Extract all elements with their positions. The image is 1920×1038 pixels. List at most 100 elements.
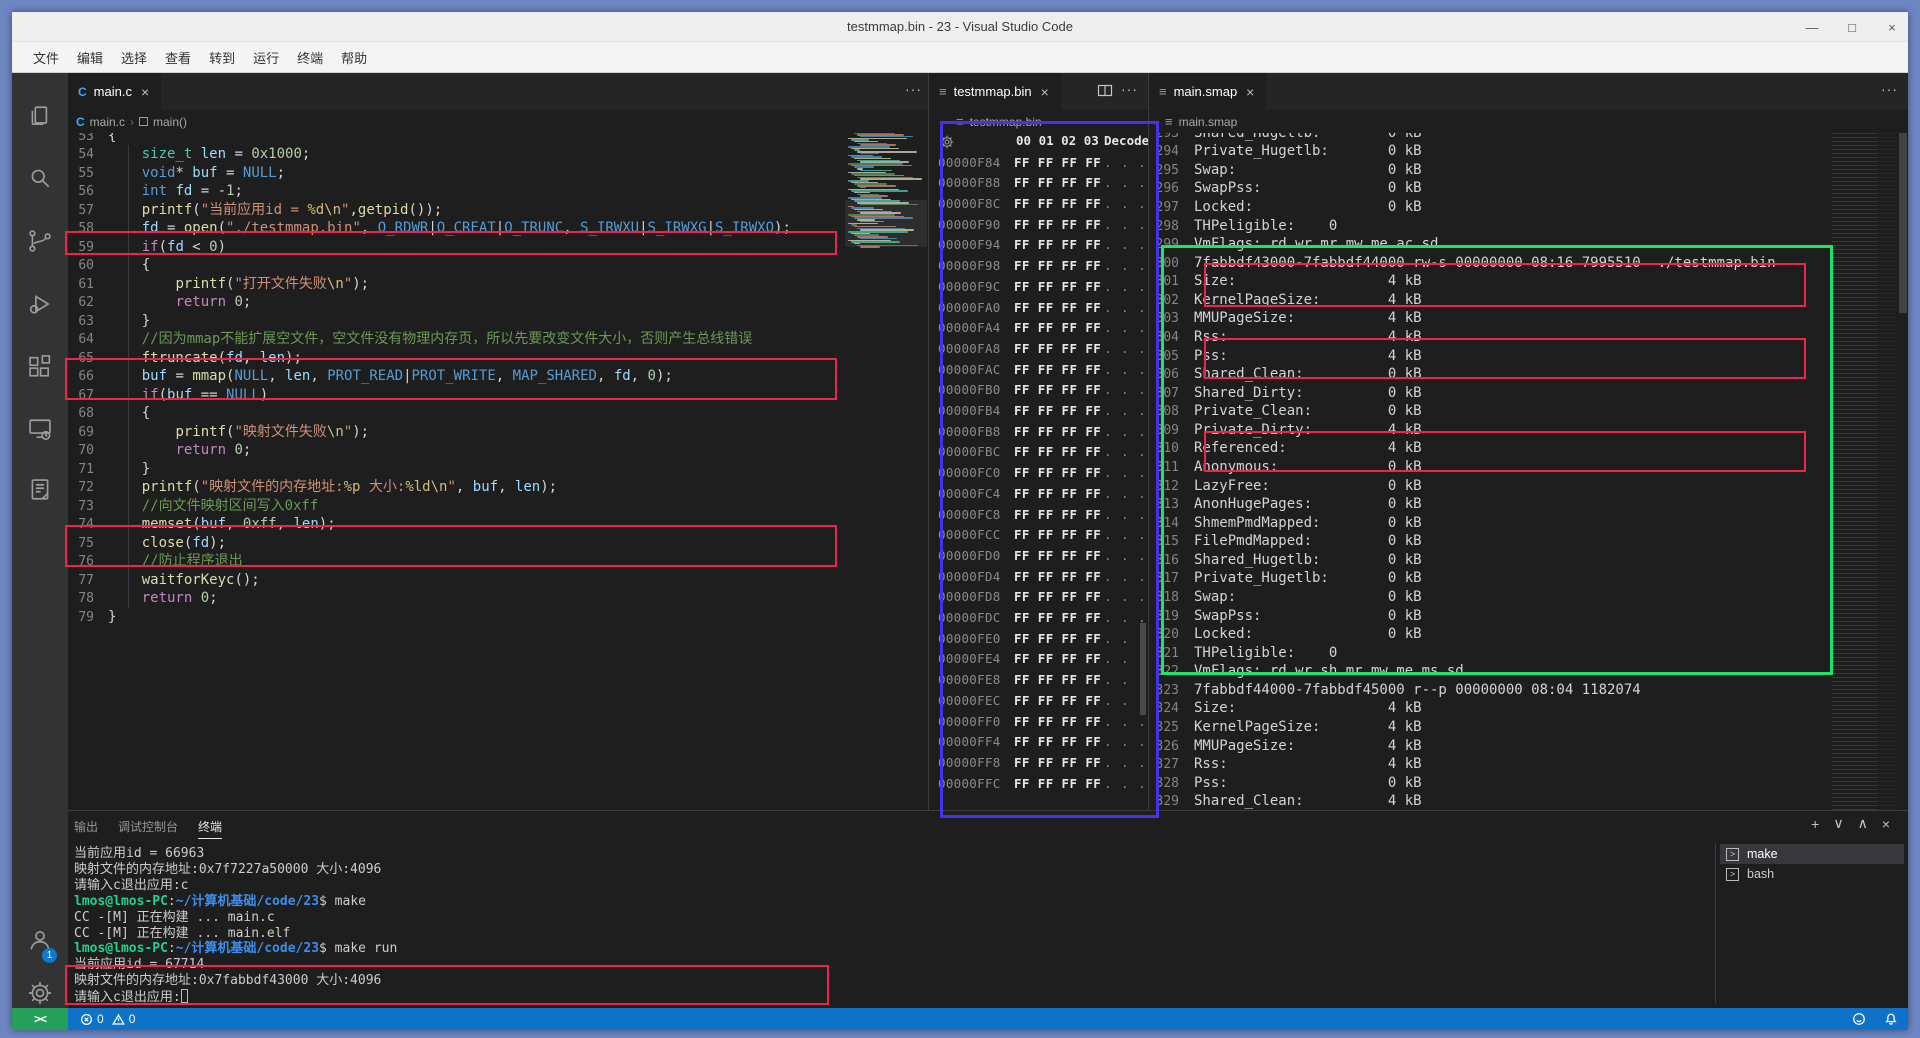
code-line[interactable]: 62 return 0; <box>68 293 251 312</box>
menu-item-查看[interactable]: 查看 <box>156 45 200 70</box>
smap-line[interactable]: 324Size: 4 kB <box>1149 699 1422 718</box>
tab-testmmap-bin[interactable]: ≡ testmmap.bin × <box>929 73 1061 110</box>
terminal-panel[interactable]: 输出调试控制台终端 + ∨ ∧ × 当前应用id = 66963映射文件的内存地… <box>68 810 1908 1008</box>
references-icon[interactable] <box>26 476 54 504</box>
minimize-button[interactable]: — <box>1804 20 1820 35</box>
new-terminal-icon[interactable]: + <box>1811 816 1819 832</box>
code-line[interactable]: 70 return 0; <box>68 441 251 460</box>
tab-main-smap[interactable]: ≡ main.smap × <box>1149 73 1266 110</box>
terminal-session-bash[interactable]: >bash <box>1720 864 1904 884</box>
feedback-icon[interactable] <box>1852 1012 1866 1026</box>
smap-line[interactable]: 315FilePmdMapped: 0 kB <box>1149 532 1422 551</box>
code-line[interactable]: 77 waitforKeyc(); <box>68 571 260 590</box>
smap-line[interactable]: 308Private_Clean: 0 kB <box>1149 402 1422 421</box>
smap-viewer-pane[interactable]: 293Shared_Hugetlb: 0 kB294Private_Hugetl… <box>1148 73 1908 810</box>
smap-line[interactable]: 301Size: 4 kB <box>1149 272 1422 291</box>
menu-item-运行[interactable]: 运行 <box>244 45 288 70</box>
smap-line[interactable]: 327Rss: 4 kB <box>1149 755 1422 774</box>
panel-tab-终端[interactable]: 终端 <box>198 818 222 839</box>
terminal-session-make[interactable]: >make <box>1720 844 1904 864</box>
menu-item-终端[interactable]: 终端 <box>288 45 332 70</box>
smap-line[interactable]: 304Rss: 4 kB <box>1149 328 1422 347</box>
code-line[interactable]: 67 if(buf == NULL) <box>68 386 268 405</box>
close-button[interactable]: × <box>1884 20 1900 35</box>
breadcrumb[interactable]: C main.c › main() <box>68 110 928 133</box>
code-line[interactable]: 71 } <box>68 460 150 479</box>
smap-line[interactable]: 299VmFlags: rd wr mr mw me ac sd <box>1149 235 1438 254</box>
tab-close-icon[interactable]: × <box>1039 84 1051 100</box>
smap-line[interactable]: 317Private_Hugetlb: 0 kB <box>1149 569 1422 588</box>
smap-line[interactable]: 321THPeligible: 0 <box>1149 644 1337 663</box>
run-and-debug-icon[interactable] <box>26 290 54 318</box>
code-line[interactable]: 63 } <box>68 312 150 331</box>
smap-line[interactable]: 328Pss: 0 kB <box>1149 774 1422 793</box>
smap-line[interactable]: 320Locked: 0 kB <box>1149 625 1422 644</box>
code-line[interactable]: 59 if(fd < 0) <box>68 238 226 257</box>
panel-tab-调试控制台[interactable]: 调试控制台 <box>118 818 178 838</box>
smap-line[interactable]: 305Pss: 4 kB <box>1149 347 1422 366</box>
tab-main-c[interactable]: C main.c × <box>68 73 161 110</box>
smap-line[interactable]: 296SwapPss: 0 kB <box>1149 179 1422 198</box>
code-line[interactable]: 64 //因为mmap不能扩展空文件，空文件没有物理内存页，所以先要改变文件大小… <box>68 330 752 349</box>
breadcrumb[interactable]: ≡ testmmap.bin <box>929 110 1148 133</box>
code-line[interactable]: 60 { <box>68 256 150 275</box>
chevron-down-icon[interactable]: ∨ <box>1833 815 1843 832</box>
smap-line[interactable]: 312LazyFree: 0 kB <box>1149 477 1422 496</box>
split-editor-icon[interactable] <box>1097 83 1113 104</box>
menu-item-文件[interactable]: 文件 <box>24 45 68 70</box>
smap-line[interactable]: 306Shared_Clean: 0 kB <box>1149 365 1422 384</box>
search-icon[interactable] <box>26 164 54 192</box>
smap-line[interactable]: 303MMUPageSize: 4 kB <box>1149 309 1422 328</box>
gear-icon[interactable] <box>939 134 955 150</box>
code-line[interactable]: 54 size_t len = 0x1000; <box>68 145 310 164</box>
smap-line[interactable]: 313AnonHugePages: 0 kB <box>1149 495 1422 514</box>
smap-line[interactable]: 311Anonymous: 0 kB <box>1149 458 1422 477</box>
smap-line[interactable]: 310Referenced: 4 kB <box>1149 439 1422 458</box>
code-line[interactable]: 79} <box>68 608 116 627</box>
breadcrumb[interactable]: ≡ main.smap <box>1149 110 1908 133</box>
smap-line[interactable]: 295Swap: 0 kB <box>1149 161 1422 180</box>
panel-tab-输出[interactable]: 输出 <box>74 818 98 838</box>
source-control-icon[interactable] <box>26 227 54 255</box>
smap-line[interactable]: 322VmFlags: rd wr sh mr mw me ms sd <box>1149 662 1464 681</box>
maximize-button[interactable]: □ <box>1844 20 1860 35</box>
smap-line[interactable]: 325KernelPageSize: 4 kB <box>1149 718 1422 737</box>
code-line[interactable]: 73 //向文件映射区间写入0xff <box>68 497 318 516</box>
editor-pane-main-c[interactable]: 53{54 size_t len = 0x1000;55 void* buf =… <box>68 73 928 810</box>
remote-indicator[interactable]: >< <box>12 1008 68 1030</box>
code-line[interactable]: 66 buf = mmap(NULL, len, PROT_READ|PROT_… <box>68 367 673 386</box>
code-line[interactable]: 58 fd = open("./testmmap.bin", O_RDWR|O_… <box>68 219 791 238</box>
code-line[interactable]: 72 printf("映射文件的内存地址:%p 大小:%ld\n", buf, … <box>68 478 557 497</box>
code-line[interactable]: 69 printf("映射文件失败\n"); <box>68 423 369 442</box>
code-line[interactable]: 74 memset(buf, 0xff, len); <box>68 515 336 534</box>
problems-status[interactable]: 0 0 <box>80 1008 135 1030</box>
more-actions-icon[interactable]: ··· <box>1881 81 1898 97</box>
menu-item-转到[interactable]: 转到 <box>200 45 244 70</box>
more-actions-icon[interactable]: ··· <box>1121 81 1138 97</box>
code-line[interactable]: 78 return 0; <box>68 589 218 608</box>
menu-item-选择[interactable]: 选择 <box>112 45 156 70</box>
code-line[interactable]: 57 printf("当前应用id = %d\n",getpid()); <box>68 201 442 220</box>
smap-line[interactable]: 319SwapPss: 0 kB <box>1149 607 1422 626</box>
minimap[interactable] <box>1832 73 1896 810</box>
smap-line[interactable]: 307Shared_Dirty: 0 kB <box>1149 384 1422 403</box>
settings-icon[interactable] <box>26 979 54 1007</box>
code-line[interactable]: 61 printf("打开文件失败\n"); <box>68 275 369 294</box>
code-line[interactable]: 75 close(fd); <box>68 534 226 553</box>
smap-line[interactable]: 309Private_Dirty: 4 kB <box>1149 421 1422 440</box>
minimap[interactable] <box>845 73 927 810</box>
code-line[interactable]: 65 ftruncate(fd, len); <box>68 349 302 368</box>
code-line[interactable]: 55 void* buf = NULL; <box>68 164 285 183</box>
smap-line[interactable]: 294Private_Hugetlb: 0 kB <box>1149 142 1422 161</box>
tab-close-icon[interactable]: × <box>139 84 151 100</box>
smap-line[interactable]: 298THPeligible: 0 <box>1149 217 1337 236</box>
extensions-icon[interactable] <box>26 353 54 381</box>
more-actions-icon[interactable]: ··· <box>905 81 922 97</box>
code-line[interactable]: 76 //防止程序退出 <box>68 552 243 571</box>
explorer-icon[interactable] <box>26 102 54 130</box>
menu-item-编辑[interactable]: 编辑 <box>68 45 112 70</box>
smap-line[interactable]: 3237fabbdf44000-7fabbdf45000 r--p 000000… <box>1149 681 1641 700</box>
hex-editor-pane[interactable]: 00000F84FF FF FF FF. . . .00000F88FF FF … <box>928 73 1148 810</box>
bell-icon[interactable] <box>1884 1012 1898 1026</box>
smap-line[interactable]: 316Shared_Hugetlb: 0 kB <box>1149 551 1422 570</box>
